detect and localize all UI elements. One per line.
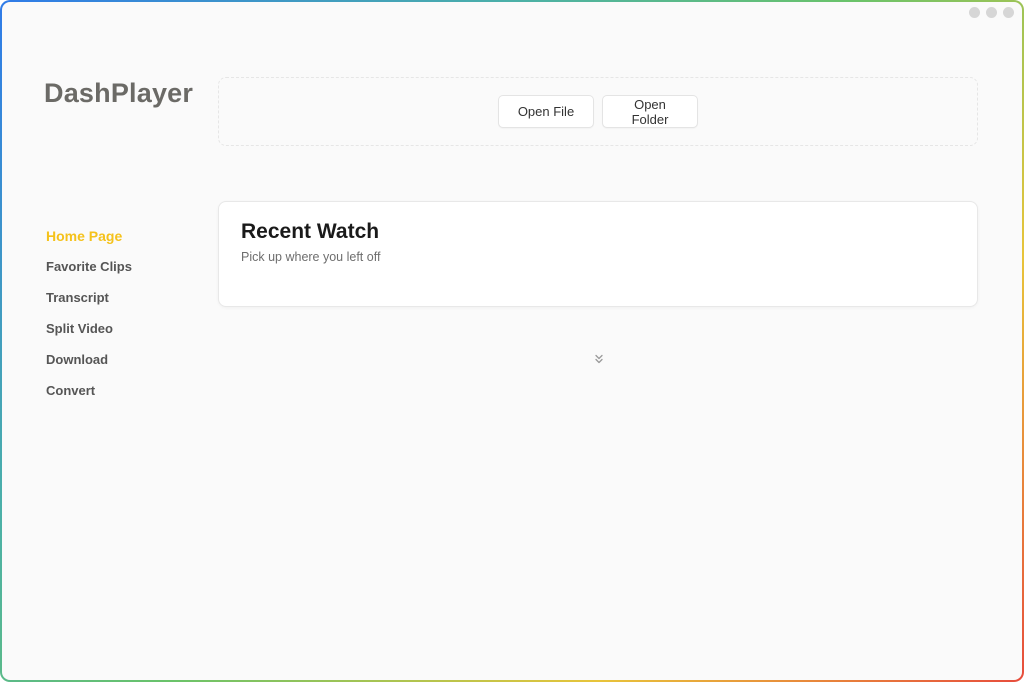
file-drop-zone[interactable]: Open File Open Folder [218, 77, 978, 146]
window-content: DashPlayer Open File Open Folder Home Pa… [2, 2, 1022, 680]
sidebar-nav: Home Page Favorite Clips Transcript Spli… [46, 220, 132, 406]
window-controls [969, 7, 1014, 18]
app-window: DashPlayer Open File Open Folder Home Pa… [0, 0, 1024, 682]
open-file-button[interactable]: Open File [498, 95, 594, 128]
sidebar-item-transcript[interactable]: Transcript [46, 282, 132, 313]
close-button[interactable] [1003, 7, 1014, 18]
chevrons-down-icon[interactable] [592, 352, 606, 366]
sidebar-item-convert[interactable]: Convert [46, 375, 132, 406]
maximize-button[interactable] [986, 7, 997, 18]
sidebar-item-favorite-clips[interactable]: Favorite Clips [46, 251, 132, 282]
recent-watch-card: Recent Watch Pick up where you left off [218, 201, 978, 307]
minimize-button[interactable] [969, 7, 980, 18]
sidebar-item-home-page[interactable]: Home Page [46, 220, 132, 251]
app-logo: DashPlayer [44, 78, 194, 108]
open-folder-button[interactable]: Open Folder [602, 95, 698, 128]
recent-watch-title: Recent Watch [241, 220, 380, 243]
sidebar-item-split-video[interactable]: Split Video [46, 313, 132, 344]
recent-watch-subtitle: Pick up where you left off [241, 250, 381, 264]
sidebar-item-download[interactable]: Download [46, 344, 132, 375]
